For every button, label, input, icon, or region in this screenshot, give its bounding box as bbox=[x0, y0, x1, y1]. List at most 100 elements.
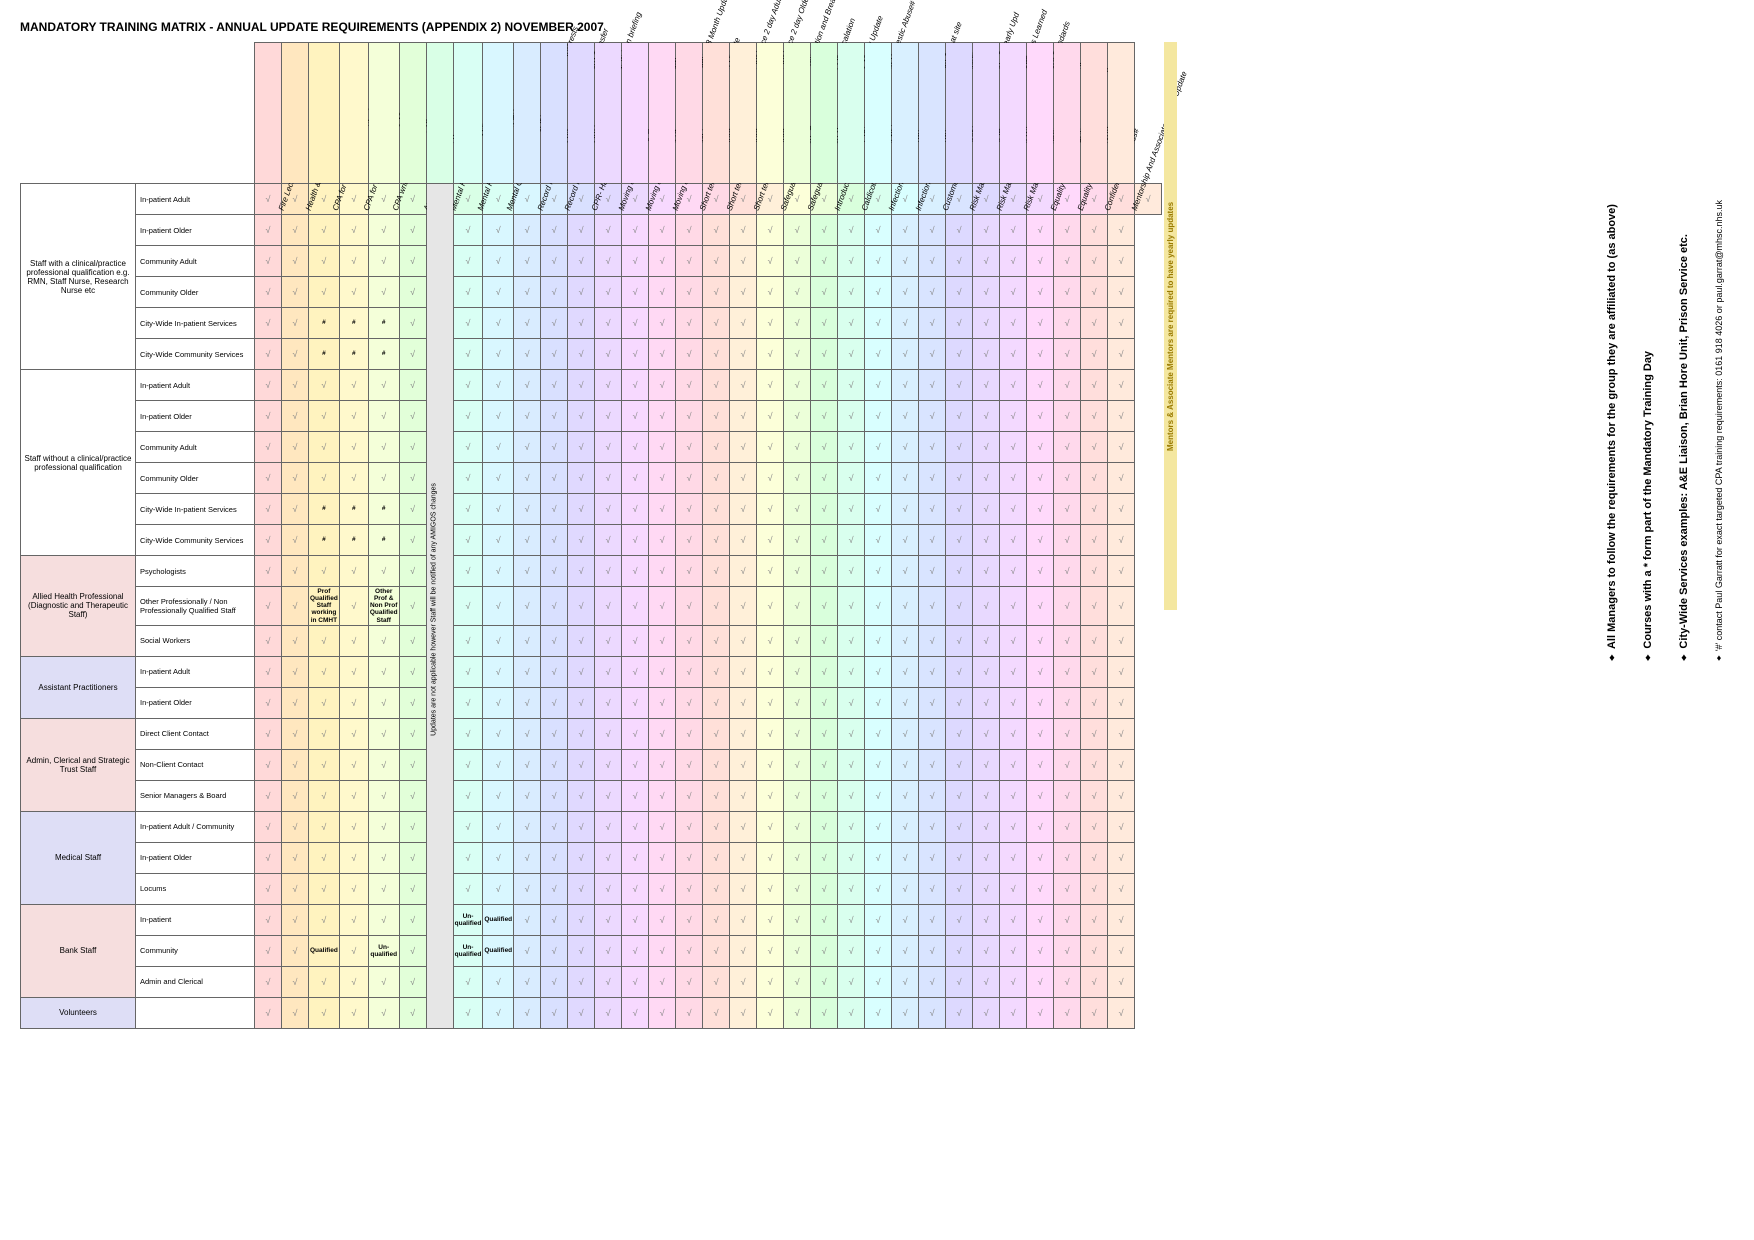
matrix-cell bbox=[339, 749, 368, 780]
matrix-cell bbox=[309, 873, 340, 904]
matrix-cell bbox=[649, 935, 676, 966]
matrix-cell bbox=[865, 587, 892, 626]
matrix-cell bbox=[892, 749, 919, 780]
matrix-cell bbox=[1000, 780, 1027, 811]
matrix-cell bbox=[1000, 811, 1027, 842]
matrix-cell bbox=[368, 556, 399, 587]
matrix-cell bbox=[730, 997, 757, 1028]
matrix-cell bbox=[595, 873, 622, 904]
matrix-cell bbox=[757, 966, 784, 997]
matrix-cell bbox=[339, 687, 368, 718]
matrix-cell bbox=[483, 966, 514, 997]
staff-group: Bank Staff bbox=[21, 904, 136, 997]
matrix-cell bbox=[946, 966, 973, 997]
matrix-cell bbox=[1108, 339, 1135, 370]
matrix-cell bbox=[309, 904, 340, 935]
matrix-cell bbox=[703, 904, 730, 935]
matrix-cell bbox=[757, 308, 784, 339]
matrix-cell bbox=[255, 277, 282, 308]
matrix-cell bbox=[1027, 873, 1054, 904]
matrix-cell bbox=[784, 718, 811, 749]
matrix-cell bbox=[1027, 277, 1054, 308]
matrix-cell bbox=[1108, 625, 1135, 656]
matrix-cell bbox=[1000, 749, 1027, 780]
matrix-cell bbox=[568, 587, 595, 626]
matrix-cell bbox=[622, 587, 649, 626]
matrix-cell bbox=[865, 401, 892, 432]
matrix-cell bbox=[946, 494, 973, 525]
matrix-cell bbox=[757, 587, 784, 626]
matrix-cell bbox=[622, 966, 649, 997]
role-label: Locums bbox=[136, 873, 255, 904]
matrix-cell bbox=[339, 935, 368, 966]
column-header: Confidence/Awareness# bbox=[1081, 43, 1108, 184]
matrix-cell bbox=[703, 842, 730, 873]
role-label: Social Workers bbox=[136, 625, 255, 656]
matrix-cell bbox=[973, 966, 1000, 997]
matrix-cell bbox=[255, 184, 282, 215]
matrix-cell bbox=[255, 215, 282, 246]
matrix-cell bbox=[676, 811, 703, 842]
matrix-cell bbox=[622, 997, 649, 1028]
matrix-cell bbox=[730, 935, 757, 966]
matrix-cell bbox=[1108, 873, 1135, 904]
matrix-cell bbox=[649, 370, 676, 401]
matrix-cell bbox=[541, 432, 568, 463]
matrix-cell bbox=[919, 811, 946, 842]
matrix-cell bbox=[730, 246, 757, 277]
matrix-cell bbox=[399, 842, 426, 873]
matrix-cell bbox=[811, 966, 838, 997]
matrix-cell bbox=[568, 873, 595, 904]
matrix-cell bbox=[483, 463, 514, 494]
matrix-cell bbox=[1081, 494, 1108, 525]
matrix-cell bbox=[892, 687, 919, 718]
matrix-cell bbox=[649, 873, 676, 904]
matrix-cell bbox=[757, 277, 784, 308]
matrix-cell bbox=[1027, 687, 1054, 718]
matrix-cell bbox=[541, 339, 568, 370]
matrix-cell bbox=[919, 935, 946, 966]
matrix-cell bbox=[1000, 525, 1027, 556]
matrix-cell bbox=[838, 749, 865, 780]
matrix-cell bbox=[282, 401, 309, 432]
column-header: Short term Management of Aggression and … bbox=[703, 43, 730, 184]
matrix-cell bbox=[282, 370, 309, 401]
matrix-cell bbox=[622, 556, 649, 587]
matrix-cell bbox=[1000, 873, 1027, 904]
staff-group: Allied Health Professional (Diagnostic a… bbox=[21, 556, 136, 657]
matrix-cell bbox=[730, 432, 757, 463]
matrix-cell bbox=[255, 749, 282, 780]
matrix-cell bbox=[865, 308, 892, 339]
matrix-cell bbox=[339, 718, 368, 749]
matrix-cell bbox=[568, 432, 595, 463]
matrix-cell bbox=[676, 525, 703, 556]
matrix-cell bbox=[399, 687, 426, 718]
matrix-cell bbox=[255, 401, 282, 432]
matrix-cell bbox=[453, 215, 483, 246]
matrix-cell bbox=[595, 246, 622, 277]
matrix-cell bbox=[568, 935, 595, 966]
matrix-cell bbox=[399, 718, 426, 749]
matrix-cell bbox=[255, 525, 282, 556]
matrix-cell bbox=[757, 339, 784, 370]
matrix-cell bbox=[919, 997, 946, 1028]
column-header: Moving & Handling - 1 day : 18 Month Upd… bbox=[595, 43, 622, 184]
matrix-cell bbox=[649, 339, 676, 370]
matrix-cell bbox=[255, 904, 282, 935]
role-label: Community Adult bbox=[136, 432, 255, 463]
matrix-cell bbox=[757, 718, 784, 749]
matrix-cell bbox=[399, 246, 426, 277]
matrix-cell bbox=[1081, 780, 1108, 811]
matrix-cell bbox=[622, 401, 649, 432]
matrix-cell bbox=[282, 935, 309, 966]
matrix-cell bbox=[453, 494, 483, 525]
matrix-cell bbox=[339, 842, 368, 873]
matrix-cell bbox=[919, 370, 946, 401]
matrix-cell: # bbox=[368, 339, 399, 370]
matrix-cell bbox=[757, 525, 784, 556]
matrix-cell bbox=[514, 308, 541, 339]
matrix-cell bbox=[649, 811, 676, 842]
matrix-cell bbox=[483, 780, 514, 811]
matrix-cell bbox=[1054, 873, 1081, 904]
matrix-cell bbox=[703, 966, 730, 997]
